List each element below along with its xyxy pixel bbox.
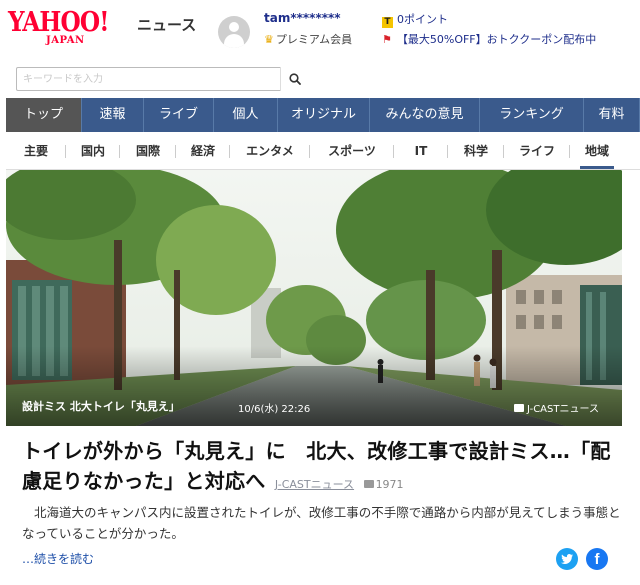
facebook-share-button[interactable]: f [586,548,608,570]
search-icon [289,73,301,85]
category-label: IT [414,144,428,158]
category-tab-sports[interactable]: スポーツ [310,133,394,169]
site-header: YAHOO! JAPAN ニュース tam******** ♛ プレミアム会員 T… [0,0,640,60]
category-label: エンタメ [246,144,294,158]
photo-date: 10/6(水) 22:26 [238,404,311,415]
category-label: スポーツ [328,144,376,158]
photo-caption: 設計ミス 北大トイレ「丸見え」 [22,400,180,413]
comment-count-value: 1971 [375,478,404,491]
campus-scene-image [6,170,622,426]
category-label: 国内 [80,144,105,158]
main-nav-item-top[interactable]: トップ [6,98,82,132]
category-label: 地域 [584,144,609,158]
premium-label: プレミアム会員 [275,33,353,46]
avatar[interactable] [218,16,250,48]
logo-main-text: YAHOO! [8,7,109,38]
article-photo[interactable]: 設計ミス 北大トイレ「丸見え」 10/6(水) 22:26 J-CASTニュース [6,170,622,426]
premium-member-link[interactable]: ♛ プレミアム会員 [264,31,352,47]
service-name[interactable]: ニュース [137,14,196,35]
category-label: 国際 [135,144,160,158]
username-link[interactable]: tam******** [264,11,341,25]
category-tab-domestic[interactable]: 国内 [66,133,120,169]
points-link[interactable]: T 0ポイント [382,11,448,28]
coupon-link[interactable]: ⚑ 【最大50%OFF】おトククーポン配布中 [382,31,596,47]
coupon-flag-icon: ⚑ [382,33,392,46]
category-tab-it[interactable]: IT [394,133,448,169]
category-tab-science[interactable]: 科学 [448,133,504,169]
category-tab-entertainment[interactable]: エンタメ [230,133,310,169]
article-headline[interactable]: トイレが外から「丸見え」に 北大、改修工事で設計ミス…「配慮足りなかった」と対応… [22,436,612,500]
category-tab-main[interactable]: 主要 [6,133,66,169]
main-nav-item-breaking[interactable]: 速報 [82,98,144,132]
article-summary: 北海道大のキャンパス内に設置されたトイレが、改修工事の不手際で通路から内部が見え… [22,505,621,541]
coupon-label: 【最大50%OFF】おトククーポン配布中 [396,33,597,46]
logo-sub-text: JAPAN [46,35,85,46]
category-tab-local[interactable]: 地域 [570,133,624,169]
category-nav: 主要 国内 国際 経済 エンタメ スポーツ IT 科学 ライフ 地域 [6,133,640,170]
yahoo-japan-logo[interactable]: YAHOO! JAPAN [8,8,133,48]
crown-icon: ♛ [264,33,274,46]
photo-source: J-CASTニュース [514,400,599,415]
comment-icon [363,480,374,488]
category-tab-economy[interactable]: 経済 [176,133,230,169]
search-box [16,67,308,91]
twitter-icon [561,554,573,564]
main-nav: トップ 速報 ライブ 個人 オリジナル みんなの意見 ランキング 有料 [6,98,640,132]
camera-icon [514,404,524,412]
t-point-icon: T [382,17,393,28]
category-tab-international[interactable]: 国際 [120,133,176,169]
main-nav-item-individual[interactable]: 個人 [214,98,278,132]
category-label: 科学 [463,144,488,158]
category-tab-life[interactable]: ライフ [504,133,570,169]
photo-source-label: J-CASTニュース [527,404,599,415]
main-nav-item-live[interactable]: ライブ [144,98,214,132]
category-label: 主要 [23,144,48,158]
category-label: ライフ [518,144,555,158]
article-source-link[interactable]: J-CASTニュース [275,478,354,491]
main-nav-item-ranking[interactable]: ランキング [480,98,584,132]
comment-count[interactable]: 1971 [363,478,404,491]
search-button[interactable] [280,67,308,91]
avatar-head [229,22,239,32]
twitter-share-button[interactable] [556,548,578,570]
points-label: 0ポイント [397,13,448,26]
headline-meta: J-CASTニュース 1971 [273,478,404,491]
main-nav-item-original[interactable]: オリジナル [278,98,370,132]
main-nav-item-paid[interactable]: 有料 [584,98,640,132]
category-label: 経済 [190,144,215,158]
read-more-link[interactable]: …続きを読む [22,550,94,567]
search-input[interactable] [17,68,275,90]
avatar-body [224,34,244,48]
main-nav-item-opinions[interactable]: みんなの意見 [370,98,480,132]
facebook-icon: f [594,551,600,568]
